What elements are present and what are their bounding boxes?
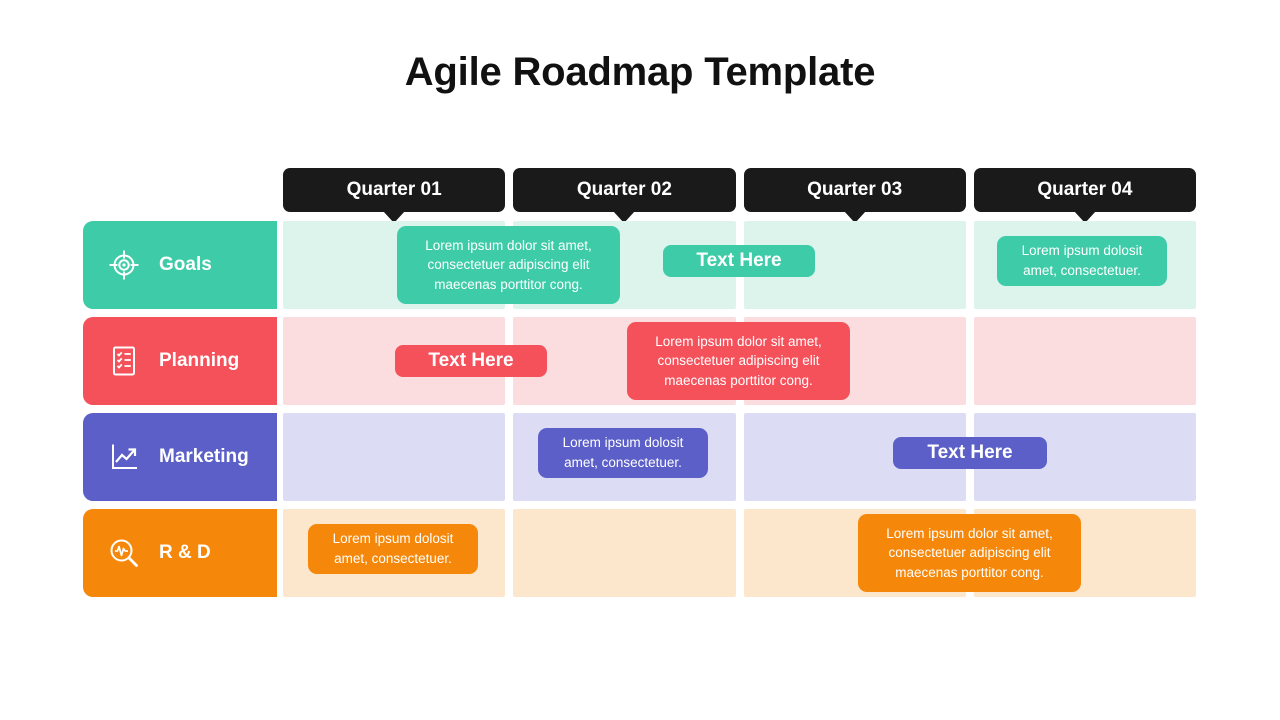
track-row-rnd: R & D Lorem ipsum dolosit amet, consecte…	[83, 509, 1196, 597]
track-label-marketing-text: Marketing	[159, 446, 249, 467]
track-cells-marketing	[283, 413, 1196, 501]
track-label-goals[interactable]: Goals	[83, 221, 277, 309]
quarter-header-03[interactable]: Quarter 03	[743, 168, 966, 223]
line-chart-icon	[105, 438, 143, 476]
track-row-planning: Planning Text Here Lorem ipsum dolor sit…	[83, 317, 1196, 405]
card-planning-q1-pill[interactable]: Text Here	[395, 345, 547, 377]
track-row-goals: Goals Lorem ipsum dolor sit amet, consec…	[83, 221, 1196, 309]
track-row-marketing: Marketing Lorem ipsum dolosit amet, cons…	[83, 413, 1196, 501]
quarter-header-01[interactable]: Quarter 01	[283, 168, 506, 223]
roadmap-container: Quarter 01 Quarter 02 Quarter 03 Quarter…	[83, 168, 1196, 605]
track-label-planning[interactable]: Planning	[83, 317, 277, 405]
track-label-rnd[interactable]: R & D	[83, 509, 277, 597]
card-marketing-q3q4-pill[interactable]: Text Here	[893, 437, 1047, 469]
magnifier-pulse-icon	[105, 534, 143, 572]
cell-planning-q4[interactable]	[973, 317, 1196, 405]
quarter-header-row: Quarter 01 Quarter 02 Quarter 03 Quarter…	[283, 168, 1196, 223]
quarter-header-04-label: Quarter 04	[1037, 179, 1133, 200]
checklist-icon	[105, 342, 143, 380]
card-goals-q1q2[interactable]: Lorem ipsum dolor sit amet, consectetuer…	[397, 226, 620, 304]
card-goals-q4[interactable]: Lorem ipsum dolosit amet, consectetuer.	[997, 236, 1167, 286]
page-title: Agile Roadmap Template	[404, 50, 876, 94]
quarter-header-02[interactable]: Quarter 02	[513, 168, 736, 223]
cell-rnd-q2[interactable]	[513, 509, 736, 597]
track-label-goals-text: Goals	[159, 254, 212, 275]
card-planning-q2q3[interactable]: Lorem ipsum dolor sit amet, consectetuer…	[627, 322, 850, 400]
track-label-marketing[interactable]: Marketing	[83, 413, 277, 501]
card-goals-q2q3-pill[interactable]: Text Here	[663, 245, 815, 277]
track-label-rnd-text: R & D	[159, 542, 211, 563]
quarter-header-02-label: Quarter 02	[576, 179, 672, 200]
card-marketing-q2[interactable]: Lorem ipsum dolosit amet, consectetuer.	[538, 428, 708, 478]
quarter-header-03-label: Quarter 03	[807, 179, 903, 200]
track-label-planning-text: Planning	[159, 350, 240, 371]
target-icon	[105, 246, 143, 284]
card-rnd-q1[interactable]: Lorem ipsum dolosit amet, consectetuer.	[308, 524, 478, 574]
roadmap-grid: Goals Lorem ipsum dolor sit amet, consec…	[83, 221, 1196, 605]
quarter-header-04[interactable]: Quarter 04	[973, 168, 1196, 223]
cell-marketing-q1[interactable]	[283, 413, 506, 501]
quarter-header-01-label: Quarter 01	[346, 179, 442, 200]
card-rnd-q3q4[interactable]: Lorem ipsum dolor sit amet, consectetuer…	[858, 514, 1081, 592]
